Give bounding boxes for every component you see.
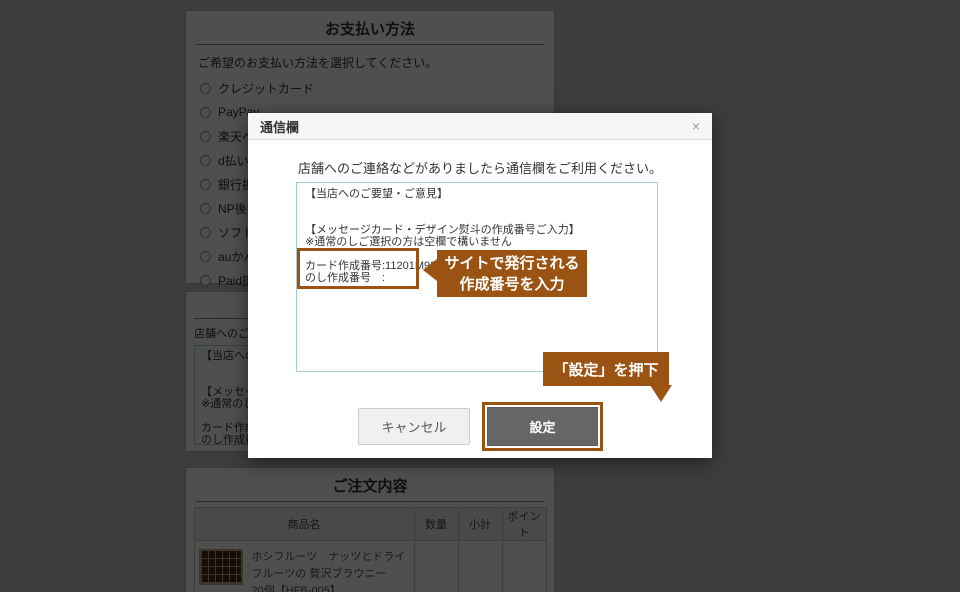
close-icon[interactable]: × bbox=[692, 119, 700, 133]
cancel-button[interactable]: キャンセル bbox=[358, 408, 470, 445]
callout-arrow-down-icon bbox=[650, 385, 672, 402]
submit-button[interactable]: 設定 bbox=[487, 407, 598, 446]
callout-text-line1: サイトで発行される bbox=[444, 253, 579, 274]
creation-number-callout: サイトで発行される 作成番号を入力 bbox=[437, 250, 587, 297]
callout-text-line2: 作成番号を入力 bbox=[459, 274, 564, 295]
modal-title: 通信欄 bbox=[260, 117, 299, 136]
callout-arrow-left-icon bbox=[423, 259, 437, 281]
callout-text: 「設定」を押下 bbox=[553, 359, 658, 380]
checkout-page: お支払い方法 ご希望のお支払い方法を選択してください。 クレジットカード Pay… bbox=[0, 0, 960, 592]
submit-button-highlight-box: 設定 bbox=[482, 402, 603, 451]
submit-callout: 「設定」を押下 bbox=[543, 352, 669, 386]
modal-instruction: 店舗へのご連絡などがありましたら通信欄をご利用ください。 bbox=[248, 158, 712, 177]
modal-header: 通信欄 × bbox=[248, 113, 712, 140]
